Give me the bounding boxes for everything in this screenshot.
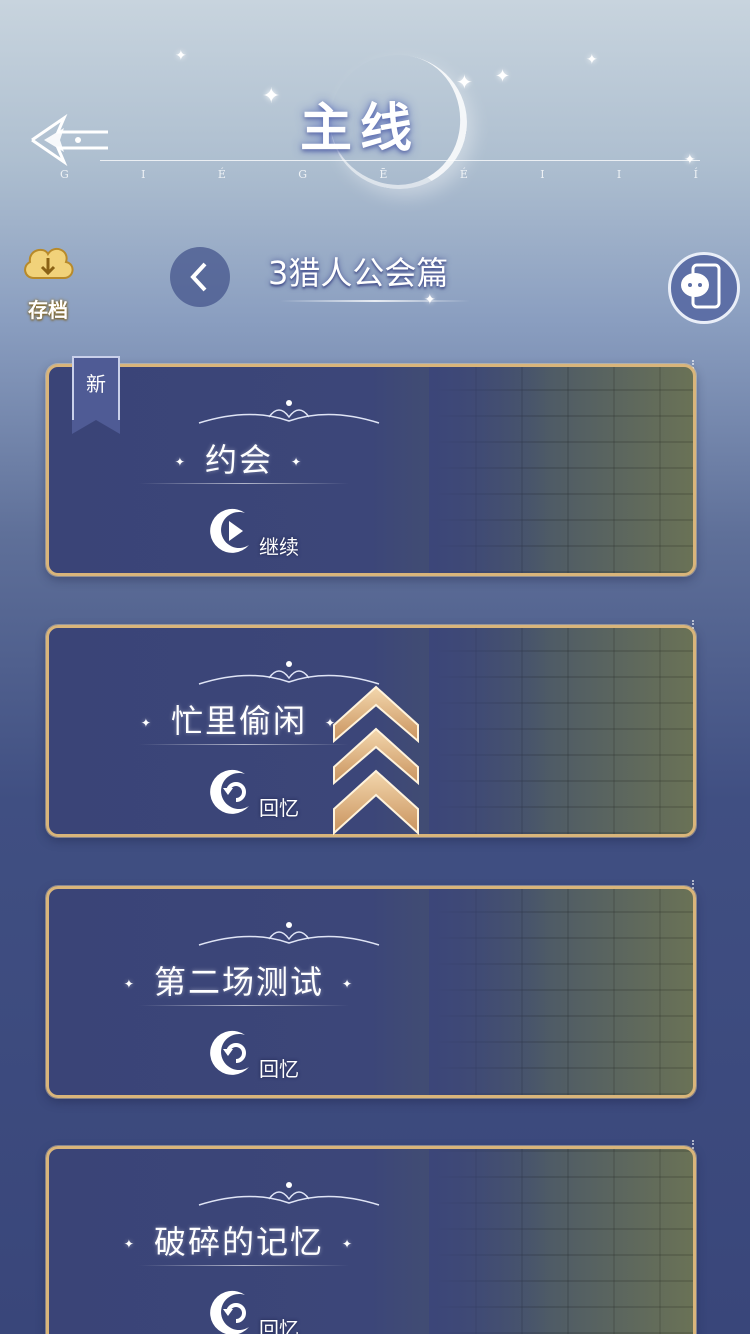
header-letter: É bbox=[217, 168, 228, 181]
card-title-row: ✦ 约会 ✦ bbox=[49, 435, 429, 481]
header-letter: É bbox=[459, 168, 470, 181]
sparkle-icon: ✦ bbox=[262, 84, 281, 109]
card-title: 破碎的记忆 bbox=[153, 1223, 324, 1261]
chapter-card[interactable]: ✦ 第二场测试 ✦ 回忆 bbox=[46, 886, 696, 1098]
new-badge-label: 新 bbox=[86, 372, 106, 396]
card-title-row: ✦ 第二场测试 ✦ bbox=[49, 957, 429, 1003]
card-title: 第二场测试 bbox=[153, 963, 324, 1001]
chevron-left-icon bbox=[190, 262, 207, 292]
play-icon bbox=[210, 508, 249, 553]
card-divider bbox=[139, 1005, 349, 1006]
page-title: 主线 bbox=[300, 99, 421, 159]
replay-icon bbox=[210, 1290, 249, 1334]
header-letter: I bbox=[616, 168, 624, 181]
star-dot-icon: ✦ bbox=[342, 1237, 355, 1251]
save-button[interactable]: 存档 bbox=[18, 240, 78, 324]
chapter-card[interactable]: ✦ 破碎的记忆 ✦ 回忆 bbox=[46, 1146, 696, 1334]
cloud-save-icon bbox=[24, 247, 74, 279]
phone-button[interactable] bbox=[668, 252, 740, 324]
star-dot-icon: ✦ bbox=[291, 455, 304, 469]
header-divider bbox=[100, 160, 700, 161]
new-badge: 新 bbox=[72, 356, 120, 434]
card-divider bbox=[139, 744, 349, 745]
header-letter: I bbox=[141, 168, 148, 181]
back-button[interactable] bbox=[24, 110, 114, 170]
star-dot-icon: ✦ bbox=[140, 716, 153, 730]
header-letter-row: G I É G Ē É I I Í bbox=[60, 168, 700, 181]
sparkle-icon: ✦ bbox=[456, 70, 473, 94]
action-label: 回忆 bbox=[259, 1317, 299, 1334]
sparkle-icon: ✦ bbox=[586, 52, 598, 68]
action-label: 回忆 bbox=[259, 1057, 299, 1081]
replay-icon bbox=[210, 769, 249, 814]
action-label: 继续 bbox=[259, 535, 299, 559]
star-dot-icon: ✦ bbox=[342, 977, 355, 991]
ornament-icon bbox=[198, 400, 380, 424]
sparkle-icon: ✦ bbox=[175, 48, 187, 64]
header-letter: G bbox=[298, 168, 310, 181]
star-dot-icon: ✦ bbox=[174, 455, 187, 469]
card-title: 约会 bbox=[204, 441, 273, 479]
sparkle-icon: ✦ bbox=[495, 66, 511, 87]
level-up-chevrons-icon bbox=[333, 685, 419, 836]
header-letter: Í bbox=[693, 168, 700, 181]
chapter-title: 3猎人公会篇 bbox=[268, 254, 449, 292]
ornament-icon bbox=[198, 1182, 380, 1206]
card-divider bbox=[139, 483, 349, 484]
action-label: 回忆 bbox=[259, 796, 299, 820]
star-dot-icon: ✦ bbox=[123, 1237, 136, 1251]
save-label: 存档 bbox=[28, 298, 68, 322]
phone-chat-icon bbox=[681, 263, 721, 309]
card-title-row: ✦ 破碎的记忆 ✦ bbox=[49, 1217, 429, 1263]
chapter-card[interactable]: ✦ 约会 ✦ 继续 bbox=[46, 364, 696, 576]
header-letter: Ē bbox=[379, 168, 390, 181]
ornament-icon bbox=[198, 922, 380, 946]
sparkle-icon: ✦ bbox=[424, 292, 436, 308]
card-title: 忙里偷闲 bbox=[170, 702, 307, 740]
star-dot-icon: ✦ bbox=[123, 977, 136, 991]
back-arrow-icon bbox=[31, 113, 108, 167]
header: ✦ ✦ ✦ ✦ ✦ ✦ 主线 G I É G Ē É I I Í bbox=[0, 0, 750, 200]
header-letter: I bbox=[540, 168, 547, 181]
chapter-underline bbox=[280, 300, 470, 302]
previous-chapter-button[interactable] bbox=[170, 247, 230, 307]
replay-icon bbox=[210, 1030, 249, 1075]
card-divider bbox=[139, 1265, 349, 1266]
